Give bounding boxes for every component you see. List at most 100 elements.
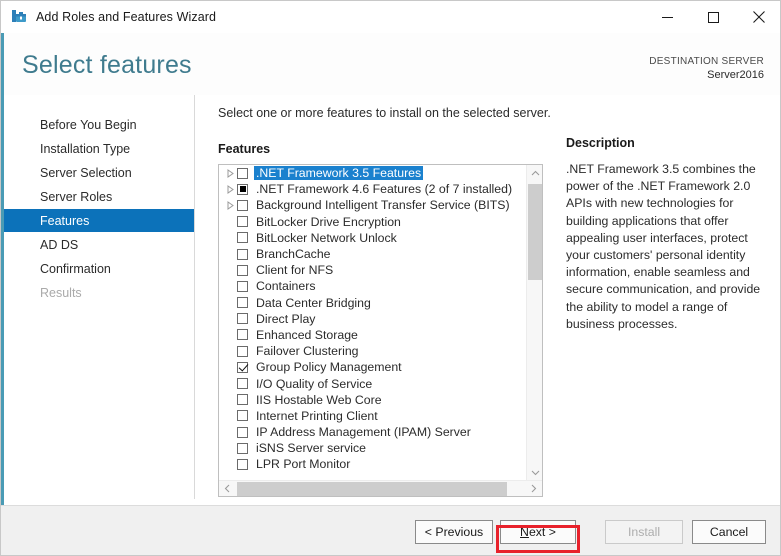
feature-row[interactable]: BitLocker Network Unlock: [219, 230, 527, 246]
feature-row[interactable]: LPR Port Monitor: [219, 456, 527, 472]
feature-row[interactable]: BitLocker Drive Encryption: [219, 214, 527, 230]
instruction-text: Select one or more features to install o…: [218, 106, 551, 120]
feature-checkbox-unchecked[interactable]: [237, 378, 248, 390]
feature-label: LPR Port Monitor: [256, 457, 351, 472]
sidebar-item-label: Features: [40, 213, 90, 228]
feature-checkbox-unchecked[interactable]: [237, 248, 248, 260]
feature-row[interactable]: Data Center Bridging: [219, 295, 527, 311]
scroll-left-icon[interactable]: [219, 481, 236, 496]
sidebar-item-label: Installation Type: [40, 141, 131, 156]
feature-row[interactable]: Client for NFS: [219, 262, 527, 278]
feature-checkbox-unchecked[interactable]: [237, 394, 248, 406]
feature-checkbox-unchecked[interactable]: [237, 426, 248, 438]
feature-label: BranchCache: [256, 247, 331, 262]
install-button: Install: [605, 520, 683, 544]
wizard-navigation-sidebar: Before You Begin Installation Type Server …: [4, 95, 195, 505]
feature-row[interactable]: IIS Hostable Web Core: [219, 392, 527, 408]
feature-row[interactable]: Background Intelligent Transfer Service …: [219, 197, 527, 213]
sidebar-item-server-roles[interactable]: Server Roles: [4, 185, 194, 208]
feature-checkbox-partial[interactable]: [237, 183, 248, 195]
cancel-button-label: Cancel: [709, 525, 749, 539]
install-button-label: Install: [627, 525, 661, 539]
sidebar-item-features[interactable]: Features: [4, 209, 194, 232]
feature-checkbox-unchecked[interactable]: [237, 345, 248, 357]
feature-row[interactable]: BranchCache: [219, 246, 527, 262]
feature-checkbox-unchecked[interactable]: [237, 313, 248, 325]
minimize-icon[interactable]: [644, 1, 690, 33]
feature-row[interactable]: I/O Quality of Service: [219, 375, 527, 391]
feature-checkbox-unchecked[interactable]: [237, 329, 248, 341]
previous-button[interactable]: < Previous: [415, 520, 493, 544]
feature-label: BitLocker Drive Encryption: [256, 214, 401, 229]
maximize-icon[interactable]: [690, 1, 736, 33]
next-button-label: Next >: [520, 525, 556, 539]
feature-label: Failover Clustering: [256, 344, 359, 359]
feature-row[interactable]: Failover Clustering: [219, 343, 527, 359]
sidebar-item-confirmation[interactable]: Confirmation: [4, 257, 194, 280]
feature-row[interactable]: IP Address Management (IPAM) Server: [219, 424, 527, 440]
sidebar-item-ad-ds[interactable]: AD DS: [4, 233, 194, 256]
page-header: Select features DESTINATION SERVER Serve…: [4, 33, 780, 95]
feature-label: Background Intelligent Transfer Service …: [256, 198, 510, 213]
scroll-down-icon[interactable]: [527, 464, 542, 481]
feature-row[interactable]: Internet Printing Client: [219, 408, 527, 424]
feature-checkbox-unchecked[interactable]: [237, 199, 248, 211]
destination-server-block: DESTINATION SERVER Server2016: [649, 55, 764, 82]
body-area: Before You Begin Installation Type Server …: [4, 95, 780, 505]
next-accel: N: [520, 525, 529, 539]
feature-checkbox-unchecked[interactable]: [237, 442, 248, 454]
page-title: Select features: [22, 51, 192, 79]
expand-triangle-icon[interactable]: [224, 184, 237, 194]
feature-row[interactable]: Direct Play: [219, 311, 527, 327]
features-horizontal-scrollbar[interactable]: [219, 480, 542, 496]
close-icon[interactable]: [736, 1, 780, 33]
feature-checkbox-unchecked[interactable]: [237, 410, 248, 422]
sidebar-item-label: AD DS: [40, 237, 79, 252]
scroll-right-icon[interactable]: [525, 481, 542, 496]
feature-checkbox-unchecked[interactable]: [237, 458, 248, 470]
feature-label: Enhanced Storage: [256, 327, 358, 342]
horizontal-scrollbar-thumb[interactable]: [237, 482, 507, 496]
feature-checkbox-unchecked[interactable]: [237, 216, 248, 228]
sidebar-item-label: Confirmation: [40, 261, 111, 276]
feature-label: BitLocker Network Unlock: [256, 230, 397, 245]
expand-triangle-icon[interactable]: [224, 168, 237, 178]
expand-triangle-icon[interactable]: [224, 201, 237, 210]
scroll-up-icon[interactable]: [527, 165, 542, 182]
feature-checkbox-checked[interactable]: [237, 361, 248, 373]
feature-checkbox-unchecked[interactable]: [237, 297, 248, 309]
feature-checkbox-unchecked[interactable]: [237, 264, 248, 276]
features-list-label: Features: [218, 142, 271, 156]
features-listbox[interactable]: .NET Framework 3.5 Features .NET Framewor…: [218, 164, 543, 497]
feature-label: .NET Framework 3.5 Features: [254, 166, 424, 181]
description-panel: Description .NET Framework 3.5 combines …: [566, 136, 771, 333]
feature-row[interactable]: Containers: [219, 278, 527, 294]
feature-label: Direct Play: [256, 311, 316, 326]
feature-checkbox-unchecked[interactable]: [237, 167, 248, 179]
next-button[interactable]: Next >: [500, 520, 576, 544]
add-roles-features-wizard-window: Add Roles and Features Wizard Select fea…: [0, 0, 781, 556]
sidebar-item-results: Results: [4, 281, 194, 304]
sidebar-item-label: Before You Begin: [40, 117, 137, 132]
feature-row[interactable]: .NET Framework 3.5 Features: [219, 165, 527, 181]
destination-server-name: Server2016: [707, 69, 764, 81]
feature-label: Group Policy Management: [256, 360, 402, 375]
sidebar-item-before-you-begin[interactable]: Before You Begin: [4, 113, 194, 136]
feature-row[interactable]: .NET Framework 4.6 Features (2 of 7 inst…: [219, 181, 527, 197]
sidebar-item-installation-type[interactable]: Installation Type: [4, 137, 194, 160]
features-vertical-scrollbar[interactable]: [526, 165, 542, 481]
sidebar-item-label: Results: [40, 285, 82, 300]
feature-row[interactable]: Group Policy Management: [219, 359, 527, 375]
vertical-scrollbar-thumb[interactable]: [528, 184, 542, 280]
description-text: .NET Framework 3.5 combines the power of…: [566, 162, 761, 331]
feature-checkbox-unchecked[interactable]: [237, 280, 248, 292]
previous-button-label: < Previous: [424, 525, 484, 539]
feature-label: Data Center Bridging: [256, 295, 371, 310]
title-bar: Add Roles and Features Wizard: [1, 1, 780, 33]
roles-features-wizard-icon: [10, 8, 28, 26]
cancel-button[interactable]: Cancel: [692, 520, 766, 544]
feature-row[interactable]: iSNS Server service: [219, 440, 527, 456]
feature-checkbox-unchecked[interactable]: [237, 232, 248, 244]
feature-row[interactable]: Enhanced Storage: [219, 327, 527, 343]
sidebar-item-server-selection[interactable]: Server Selection: [4, 161, 194, 184]
